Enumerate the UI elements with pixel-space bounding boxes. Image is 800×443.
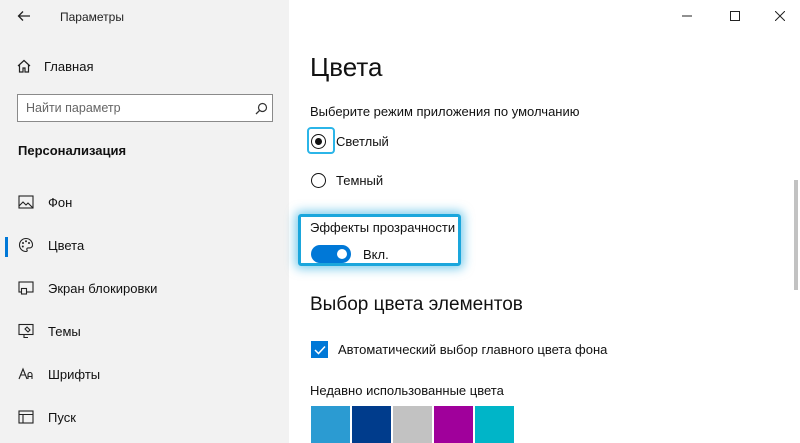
sidebar-item-label: Цвета	[48, 237, 85, 253]
radio-label: Светлый	[336, 133, 389, 149]
radio-label: Темный	[336, 172, 384, 188]
themes-icon	[16, 323, 36, 339]
checkmark-icon	[313, 345, 326, 355]
sidebar-item-start[interactable]: Пуск	[0, 397, 289, 437]
maximize-icon	[730, 11, 740, 21]
color-swatch[interactable]	[475, 406, 514, 443]
maximize-button[interactable]	[718, 4, 752, 28]
sidebar-item-label: Темы	[48, 323, 81, 339]
scrollbar[interactable]	[794, 180, 798, 290]
lock-screen-icon	[16, 280, 36, 296]
radio-dot	[315, 137, 322, 145]
recent-colors-label: Недавно использованные цвета	[310, 383, 504, 398]
auto-accent-checkbox-row[interactable]: Автоматический выбор главного цвета фона	[311, 341, 607, 358]
color-swatch[interactable]	[311, 406, 350, 443]
radio-dark[interactable]: Темный	[311, 171, 383, 189]
sidebar-item-label: Пуск	[48, 409, 76, 425]
sidebar-item-label: Главная	[44, 58, 94, 74]
palette-icon	[16, 237, 36, 253]
main-panel: Цвета Выберите режим приложения по умолч…	[289, 0, 800, 443]
transparency-label: Эффекты прозрачности	[310, 220, 456, 235]
transparency-toggle[interactable]	[311, 245, 351, 263]
sidebar-item-home[interactable]: Главная	[16, 58, 93, 74]
minimize-icon	[682, 15, 692, 17]
home-icon	[17, 59, 31, 73]
toggle-state-label: Вкл.	[363, 247, 389, 262]
sidebar-item-background[interactable]: Фон	[0, 182, 289, 222]
sidebar-item-themes[interactable]: Темы	[0, 311, 289, 351]
radio-light[interactable]: Светлый	[311, 132, 389, 150]
app-mode-label: Выберите режим приложения по умолчанию	[310, 104, 580, 119]
window-title: Параметры	[60, 10, 124, 24]
search-input[interactable]	[18, 95, 250, 121]
back-button[interactable]	[12, 6, 36, 26]
sidebar-item-fonts[interactable]: Шрифты	[0, 354, 289, 394]
sidebar-item-label: Фон	[48, 194, 73, 210]
page-title: Цвета	[310, 52, 383, 82]
sidebar-item-lock-screen[interactable]: Экран блокировки	[0, 268, 289, 308]
sidebar-item-colors[interactable]: Цвета	[0, 225, 289, 265]
accent-heading: Выбор цвета элементов	[310, 294, 523, 315]
minimize-button[interactable]	[670, 4, 704, 28]
font-icon	[16, 367, 36, 381]
search-box[interactable]	[17, 94, 273, 122]
toggle-knob	[337, 249, 347, 259]
color-swatch[interactable]	[393, 406, 432, 443]
start-icon	[16, 410, 36, 424]
close-icon	[775, 11, 785, 21]
radio-circle[interactable]	[311, 133, 326, 149]
back-arrow-icon	[17, 11, 30, 21]
search-icon[interactable]	[250, 102, 272, 115]
color-swatch[interactable]	[352, 406, 391, 443]
close-button[interactable]	[763, 4, 797, 28]
radio-circle[interactable]	[311, 172, 326, 188]
sidebar: Параметры Главная Персонализация Фон	[0, 0, 289, 443]
color-swatch[interactable]	[434, 406, 473, 443]
sidebar-item-label: Экран блокировки	[48, 280, 158, 296]
recent-colors	[311, 406, 514, 443]
sidebar-item-label: Шрифты	[48, 366, 101, 382]
auto-accent-label: Автоматический выбор главного цвета фона	[338, 342, 608, 357]
auto-accent-checkbox[interactable]	[311, 341, 328, 358]
section-title: Персонализация	[18, 143, 127, 158]
image-icon	[16, 195, 36, 209]
